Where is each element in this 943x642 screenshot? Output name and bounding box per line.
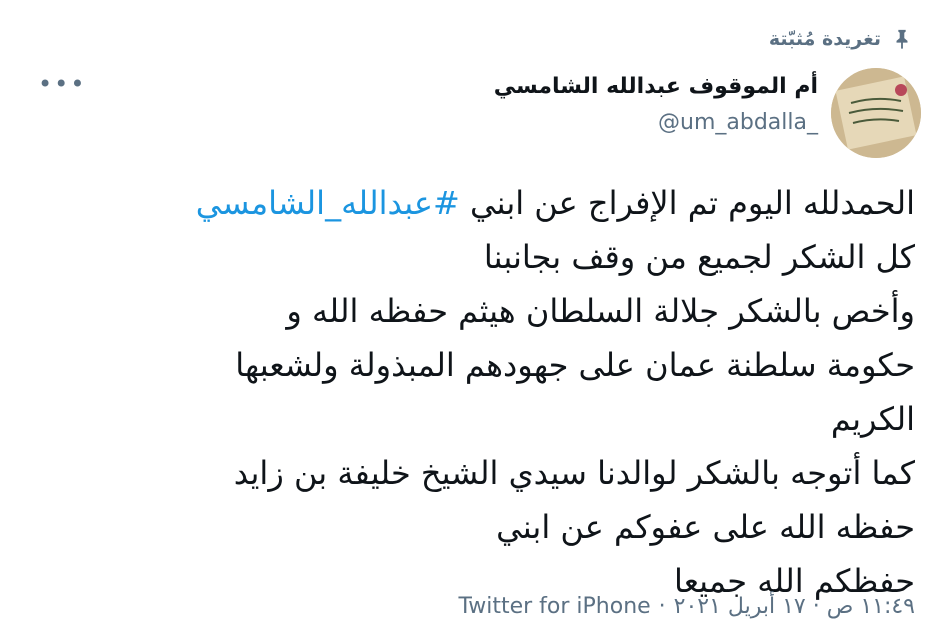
tweet-source[interactable]: Twitter for iPhone [458, 594, 650, 619]
more-options-icon[interactable]: ••• [38, 72, 86, 96]
tweet-meta: ١١:٤٩ ص · ١٧ أبريل ٢٠٢١ · Twitter for iP… [458, 594, 915, 619]
pinned-label: تغريدة مُثبّتة [768, 28, 881, 50]
hashtag-link[interactable]: #عبدالله_الشامسي [196, 184, 460, 222]
author-handle[interactable]: @um_abdalla_ [658, 110, 818, 135]
avatar[interactable] [831, 68, 921, 158]
pin-icon [891, 28, 913, 50]
author-name[interactable]: أم الموقوف عبدالله الشامسي [494, 74, 818, 99]
pinned-indicator: تغريدة مُثبّتة [769, 28, 913, 50]
tweet-line-7: حفظه الله على عفوكم عن ابني [496, 508, 915, 546]
tweet-line-3: وأخص بالشكر جلالة السلطان هيثم حفظه الله… [286, 292, 915, 330]
tweet-line-1: الحمدلله اليوم تم الإفراج عن ابني #عبدال… [28, 176, 915, 230]
tweet-line-4: حكومة سلطنة عمان على جهودهم المبذولة ولش… [235, 346, 915, 384]
tweet-line-2: كل الشكر لجميع من وقف بجانبنا [483, 238, 915, 276]
meta-separator: · [658, 594, 666, 619]
tweet-timestamp[interactable]: ١١:٤٩ ص · ١٧ أبريل ٢٠٢١ [674, 594, 915, 619]
tweet-line-1-text: الحمدلله اليوم تم الإفراج عن ابني [469, 184, 915, 222]
tweet-line-6: كما أتوجه بالشكر لوالدنا سيدي الشيخ خليف… [233, 454, 915, 492]
tweet-line-5: الكريم [830, 400, 915, 438]
tweet-text: الحمدلله اليوم تم الإفراج عن ابني #عبدال… [28, 176, 915, 608]
tweet-card: تغريدة مُثبّتة أم الموقوف عبدالله الشامس… [0, 0, 943, 642]
